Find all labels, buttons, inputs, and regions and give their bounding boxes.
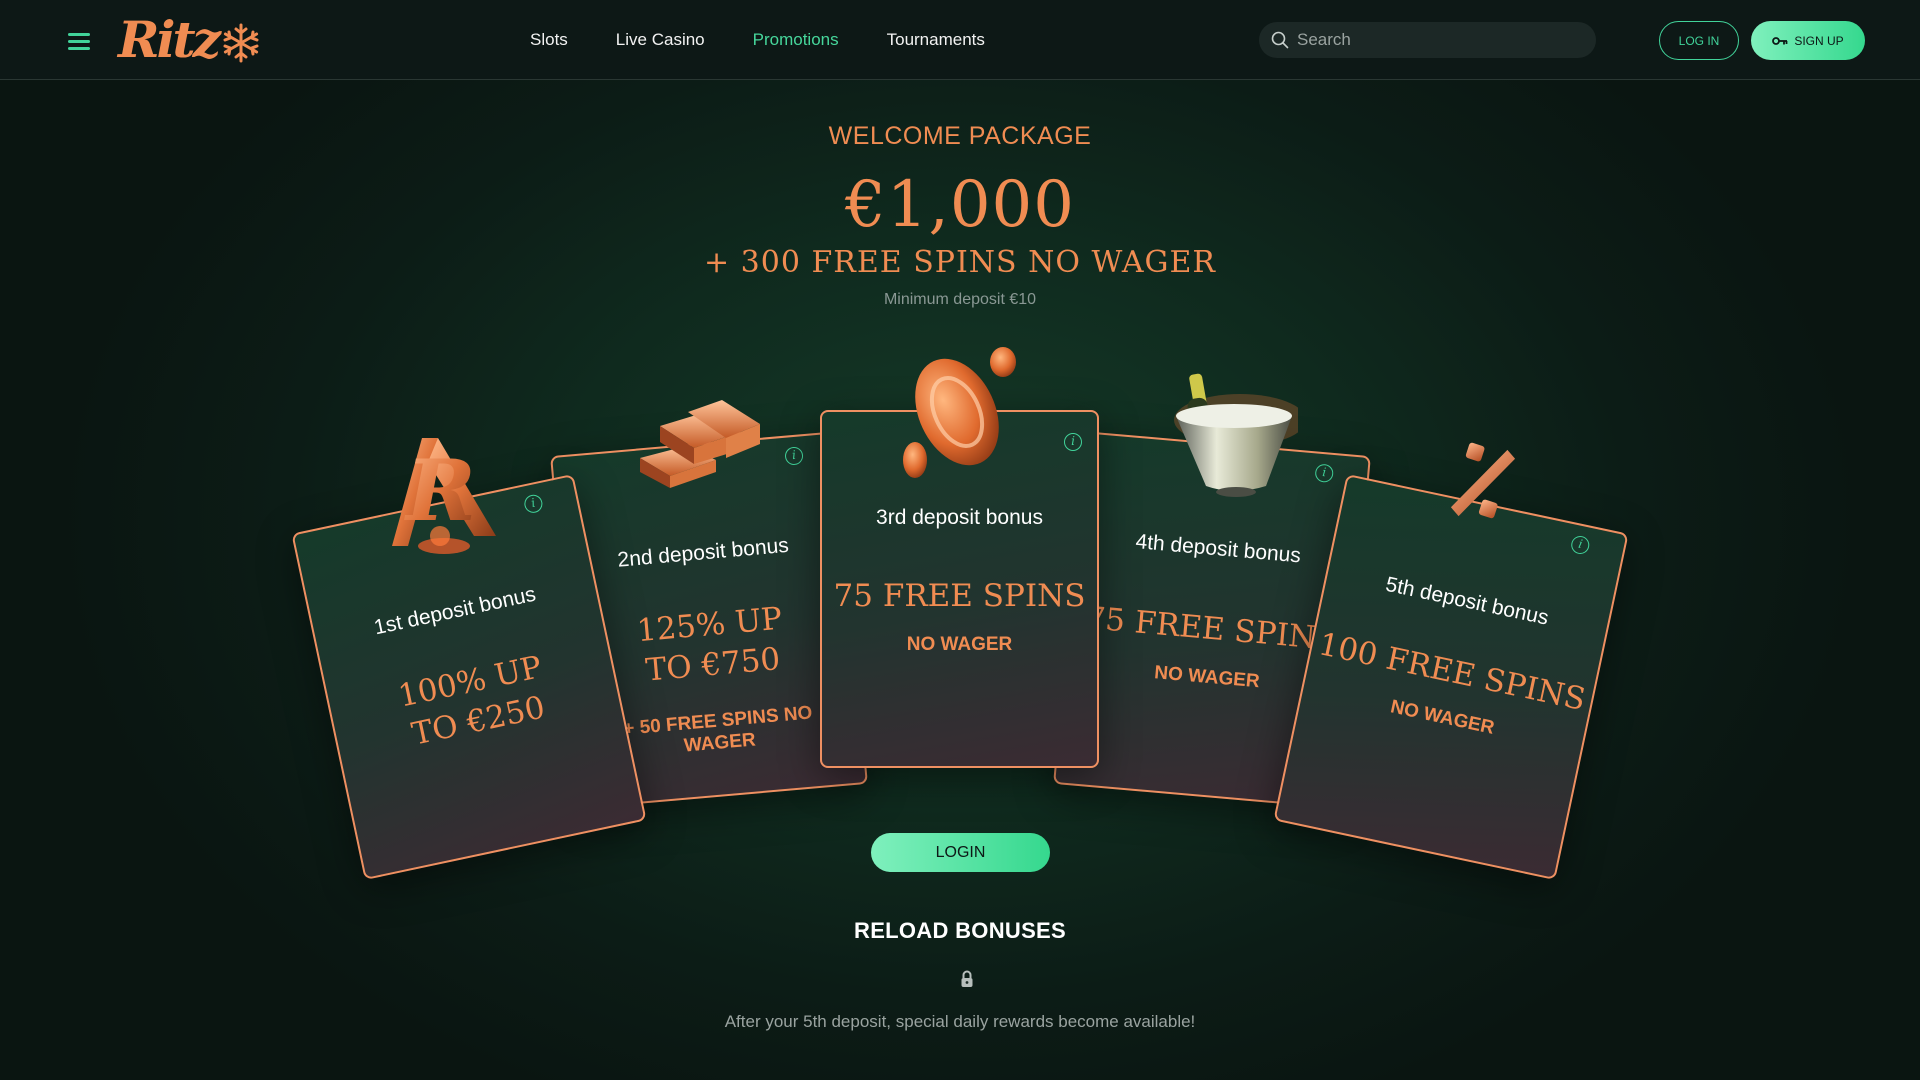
top-bar: Ritz Slots Live Casino Promotions Tourna… [0, 0, 1920, 80]
reload-description: After your 5th deposit, special daily re… [724, 1012, 1196, 1031]
info-icon[interactable]: i [1314, 463, 1334, 483]
percent-icon [1450, 442, 1516, 519]
r-monogram-icon: R [392, 438, 496, 554]
card-title: 2nd deposit bonus [616, 533, 790, 572]
card-extra: NO WAGER [906, 634, 1013, 655]
search-box[interactable] [1259, 22, 1596, 58]
nav-live-casino[interactable]: Live Casino [616, 30, 705, 50]
login-cta-button[interactable]: LOGIN [871, 833, 1050, 872]
gold-bars-icon [640, 400, 760, 488]
welcome-amount: €1,000 [845, 168, 1075, 242]
info-icon[interactable]: i [784, 446, 804, 466]
hamburger-menu-icon[interactable] [68, 33, 90, 51]
welcome-subtitle: + 300 FREE SPINS NO WAGER [704, 245, 1216, 280]
nav-tournaments[interactable]: Tournaments [887, 30, 985, 50]
lock-icon [961, 970, 973, 987]
info-icon[interactable]: i [1569, 534, 1591, 556]
coins-icon [903, 347, 1016, 478]
logo[interactable]: Ritz [118, 10, 262, 70]
info-icon[interactable]: i [1064, 433, 1082, 451]
svg-text:R: R [404, 441, 476, 540]
reload-title: RELOAD BONUSES [854, 918, 1066, 943]
snowflake-icon [223, 23, 259, 63]
minimum-deposit: Minimum deposit €10 [883, 291, 1037, 308]
login-button[interactable]: LOG IN [1659, 21, 1739, 60]
logo-wordmark: Ritz [118, 10, 221, 69]
info-icon[interactable]: i [522, 493, 545, 515]
key-icon [1772, 36, 1788, 45]
card-offer: 100% UP TO €250 [395, 649, 549, 753]
search-icon [1271, 31, 1289, 49]
card-title: 3rd deposit bonus [876, 506, 1043, 529]
welcome-kicker: WELCOME PACKAGE [828, 122, 1092, 150]
signup-label: SIGN UP [1794, 33, 1844, 48]
signup-button[interactable]: SIGN UP [1751, 21, 1865, 60]
nav-slots[interactable]: Slots [530, 30, 568, 50]
main-nav: Slots Live Casino Promotions Tournaments [530, 0, 1033, 80]
champagne-bucket-icon [1174, 373, 1298, 497]
card-title: 4th deposit bonus [1134, 530, 1302, 568]
nav-promotions[interactable]: Promotions [753, 30, 839, 50]
card-title: 1st deposit bonus [372, 582, 538, 640]
search-input[interactable] [1297, 30, 1577, 50]
card-offer: 75 FREE SPINS [833, 578, 1086, 614]
card-title: 5th deposit bonus [1383, 572, 1551, 630]
